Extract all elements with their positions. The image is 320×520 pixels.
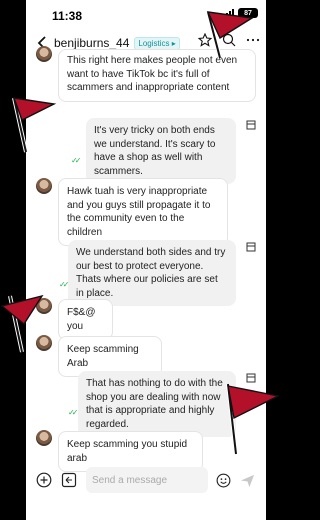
message-input[interactable]: [86, 467, 208, 493]
message-incoming[interactable]: Keep scamming you stupid arab: [58, 431, 203, 472]
message-text: This right here makes people not even wa…: [67, 55, 238, 93]
message-text: F$&@ you: [67, 307, 96, 332]
shop-icon: [246, 120, 256, 130]
read-check-icon: ✓✓: [59, 280, 70, 289]
avatar: [36, 46, 52, 62]
red-flag-icon: [0, 294, 44, 353]
avatar: [36, 178, 52, 194]
read-check-icon: ✓✓: [71, 156, 82, 165]
message-incoming[interactable]: Hawk tuah is very inappropriate and you …: [58, 178, 228, 246]
image-icon[interactable]: [61, 472, 77, 488]
message-outgoing[interactable]: That has nothing to do with the shop you…: [78, 371, 236, 437]
shop-icon: [246, 242, 256, 252]
message-incoming[interactable]: F$&@ you: [58, 299, 113, 340]
message-text: Hawk tuah is very inappropriate and you …: [67, 186, 211, 238]
send-icon[interactable]: [240, 473, 255, 488]
message-text: That has nothing to do with the shop you…: [86, 378, 223, 430]
message-text: Keep scamming you stupid arab: [67, 439, 188, 464]
message-text: Keep scamming Arab: [67, 344, 139, 369]
message-text: It's very tricky on both ends we underst…: [94, 125, 216, 177]
red-flag-icon: [206, 11, 255, 59]
red-flag-icon: [12, 97, 57, 153]
avatar: [36, 430, 52, 446]
plus-icon[interactable]: [36, 472, 52, 488]
read-check-icon: ✓✓: [68, 408, 79, 417]
message-outgoing[interactable]: It's very tricky on both ends we underst…: [86, 118, 236, 184]
message-text: We understand both sides and try our bes…: [76, 247, 226, 299]
message-outgoing[interactable]: We understand both sides and try our bes…: [68, 240, 236, 306]
emoji-icon[interactable]: [216, 473, 231, 488]
red-flag-icon: [226, 383, 281, 455]
